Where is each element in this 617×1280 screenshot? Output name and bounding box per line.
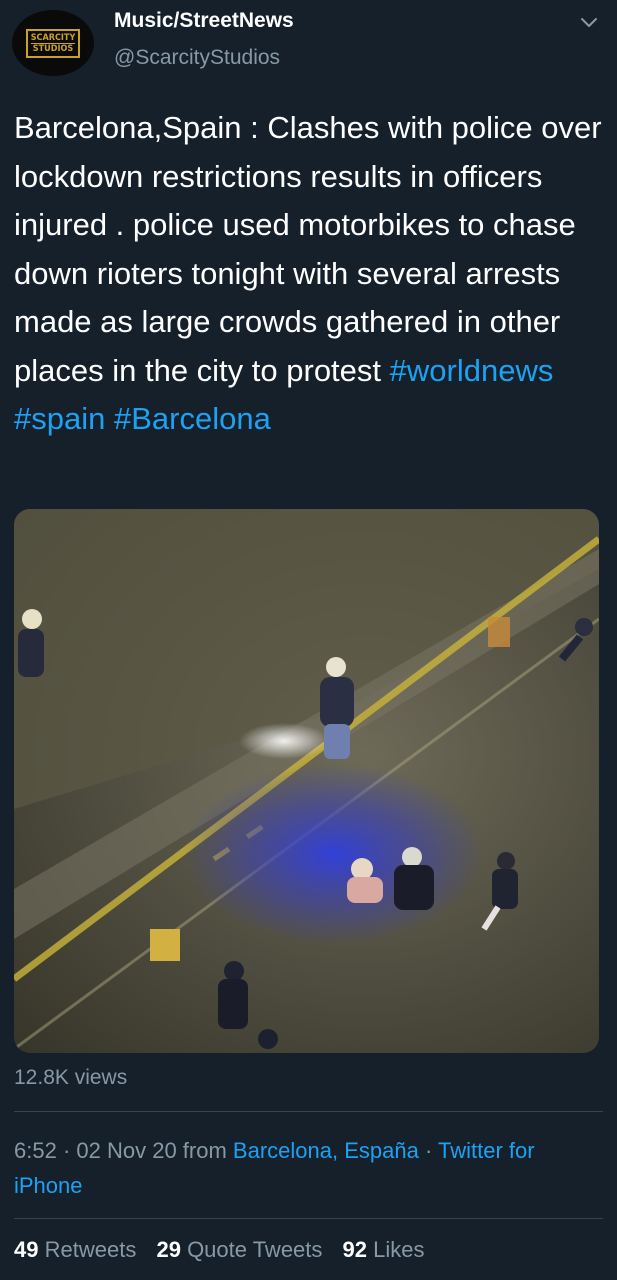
avatar-logo-line1: SCARCITY — [30, 32, 76, 43]
retweets-stat[interactable]: 49 Retweets — [14, 1237, 136, 1262]
chevron-down-icon[interactable] — [579, 12, 599, 32]
divider-meta — [14, 1218, 603, 1219]
quote-tweets-count: 29 — [156, 1237, 181, 1262]
tweet-stats: 49 Retweets 29 Quote Tweets 92 Likes — [14, 1237, 439, 1263]
view-count: 12.8K views — [14, 1066, 128, 1089]
headlight-glow — [239, 723, 329, 759]
tweet-text: Barcelona,Spain : Clashes with police ov… — [14, 104, 604, 444]
tweet-header: SCARCITY STUDIOS Music/StreetNews @Scarc… — [0, 0, 617, 90]
tweet-video[interactable] — [14, 509, 599, 1053]
tweet-time[interactable]: 6:52 — [14, 1138, 57, 1163]
retweets-count: 49 — [14, 1237, 39, 1262]
retweets-label: Retweets — [44, 1237, 137, 1262]
person-right — [481, 852, 518, 931]
user-handle[interactable]: @ScarcityStudios — [114, 46, 280, 70]
police-light-glow — [184, 764, 484, 944]
quote-tweets-stat[interactable]: 29 Quote Tweets — [156, 1237, 322, 1262]
tweet-body: Barcelona,Spain : Clashes with police ov… — [14, 110, 602, 388]
orange-object — [488, 617, 510, 647]
avatar-logo-line2: STUDIOS — [30, 42, 76, 54]
avatar-logo: SCARCITY STUDIOS — [25, 28, 81, 58]
meta-separator-1: · — [56, 1138, 77, 1163]
likes-label: Likes — [373, 1237, 425, 1262]
tweet-location-link[interactable]: Barcelona, España — [233, 1138, 419, 1163]
divider-views — [14, 1111, 603, 1112]
quote-tweets-label: Quote Tweets — [187, 1237, 323, 1262]
video-frame — [14, 509, 599, 1051]
tweet-date[interactable]: 02 Nov 20 — [76, 1138, 176, 1163]
officers-bottom — [150, 929, 278, 1049]
hashtag-spain[interactable]: #spain — [14, 401, 105, 436]
hashtag-worldnews[interactable]: #worldnews — [390, 353, 554, 388]
meta-separator-2: · — [418, 1138, 438, 1163]
avatar[interactable]: SCARCITY STUDIOS — [12, 10, 94, 76]
hashtag-barcelona[interactable]: #Barcelona — [114, 401, 271, 436]
person-top-right — [558, 618, 593, 662]
likes-count: 92 — [342, 1237, 368, 1262]
display-name[interactable]: Music/StreetNews — [114, 9, 294, 33]
meta-from: from — [176, 1138, 233, 1163]
tweet-metadata: 6:52 · 02 Nov 20 from Barcelona, España … — [14, 1133, 604, 1203]
road-shadow — [14, 509, 599, 809]
likes-stat[interactable]: 92 Likes — [343, 1237, 425, 1262]
